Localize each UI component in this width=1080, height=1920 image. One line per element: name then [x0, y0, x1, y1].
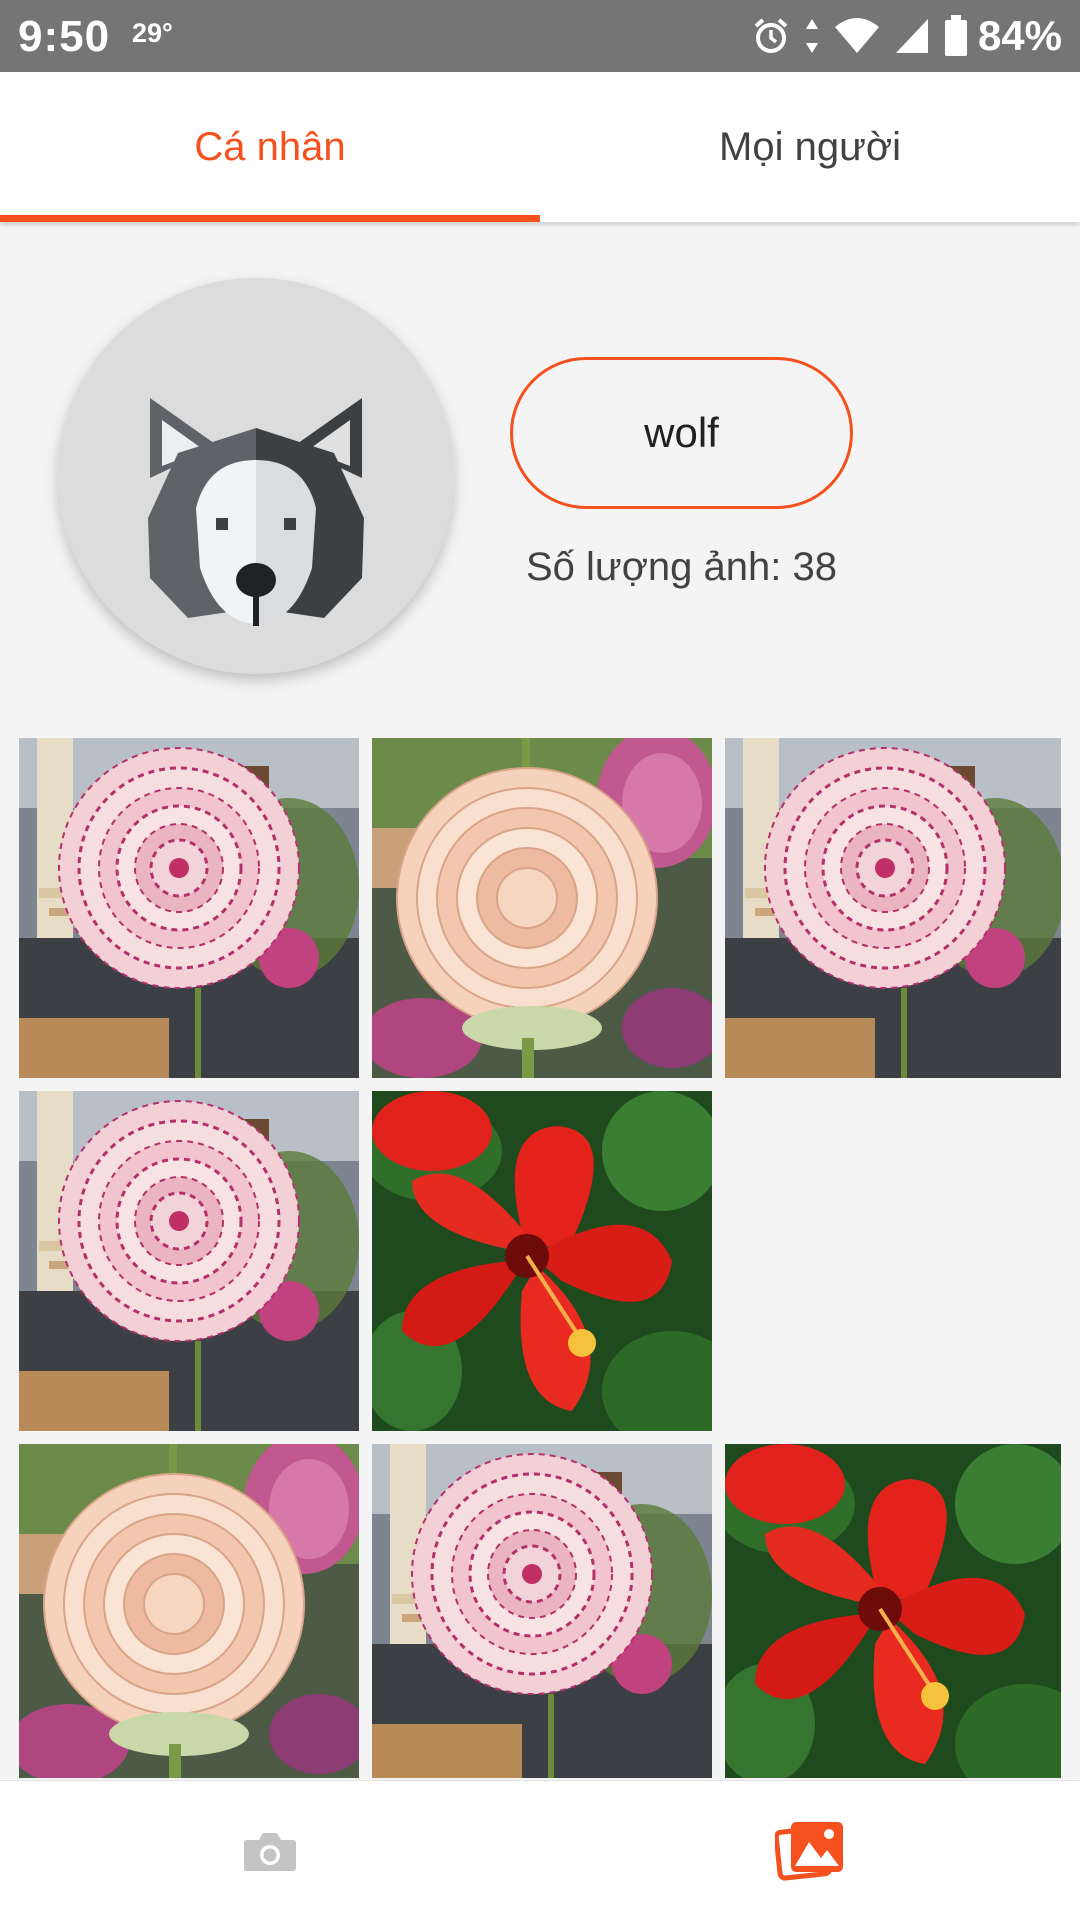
photo-count-label: Số lượng ảnh: 38: [526, 545, 837, 589]
photo-thumbnail[interactable]: [19, 1444, 359, 1778]
data-arrows-icon: [804, 17, 820, 55]
photo-thumbnail[interactable]: [725, 1444, 1061, 1778]
username-button[interactable]: wolf: [510, 357, 853, 509]
photo-image: [372, 1444, 712, 1778]
photo-thumbnail[interactable]: [19, 738, 359, 1078]
gallery-tab[interactable]: [540, 1781, 1080, 1920]
bottom-navigation: [0, 1780, 1080, 1920]
photo-thumbnail[interactable]: [372, 1091, 712, 1431]
avatar[interactable]: [58, 278, 454, 674]
status-icons: 84%: [738, 10, 1062, 62]
status-temperature: 29°: [132, 18, 173, 48]
alarm-icon: [752, 17, 790, 55]
photo-image: [725, 738, 1061, 1078]
photo-image: [19, 1444, 359, 1778]
tab-everyone[interactable]: Mọi người: [540, 72, 1080, 222]
photo-image: [372, 738, 712, 1078]
signal-icon: [894, 17, 930, 55]
status-time: 9:50: [18, 12, 111, 61]
camera-tab[interactable]: [0, 1781, 540, 1920]
photo-image: [725, 1444, 1061, 1778]
photo-thumbnail[interactable]: [372, 738, 712, 1078]
husky-wolf-icon: [148, 398, 364, 626]
photo-image: [372, 1091, 712, 1431]
photo-image: [19, 738, 359, 1078]
photo-thumbnail[interactable]: [372, 1444, 712, 1778]
active-tab-indicator: [0, 215, 540, 222]
photo-image: [19, 1091, 359, 1431]
photo-grid: [19, 738, 1061, 1778]
battery-icon: [944, 15, 968, 57]
photo-thumbnail[interactable]: [725, 738, 1061, 1078]
tab-bar: Cá nhân Mọi người: [0, 72, 1080, 222]
battery-percentage: 84%: [977, 12, 1062, 59]
camera-icon: [244, 1833, 296, 1871]
wifi-icon: [834, 17, 880, 55]
photo-thumbnail[interactable]: [19, 1091, 359, 1431]
status-bar: 9:50 29° 84%: [0, 0, 1080, 72]
gallery-icon: [775, 1822, 843, 1881]
tab-personal[interactable]: Cá nhân: [0, 72, 540, 222]
